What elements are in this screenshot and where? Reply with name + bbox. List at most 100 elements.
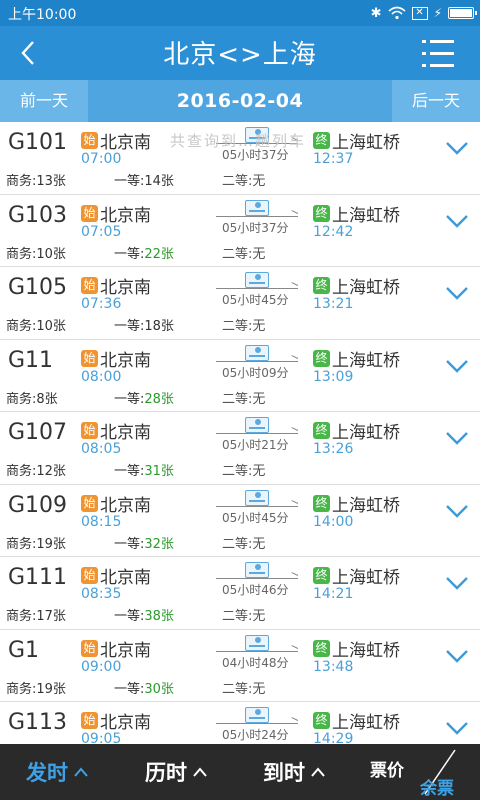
first-class-seat-count: 一等:14张 xyxy=(114,174,174,189)
train-row[interactable]: G111 始 北京南 08:35 05小时46分 终 上海虹桥 14:21 商务… xyxy=(0,557,480,630)
price-toggle[interactable]: 票价 xyxy=(370,756,404,781)
end-station-tag: 终 xyxy=(313,494,330,512)
train-row[interactable]: G113 始 北京南 09:05 05小时24分 终 上海虹桥 14:29 xyxy=(0,702,480,744)
end-station-tag: 终 xyxy=(313,132,330,149)
from-station: 北京南 xyxy=(100,640,151,661)
battery-icon xyxy=(448,7,477,19)
to-station: 上海虹桥 xyxy=(332,568,400,588)
train-row[interactable]: G103 始 北京南 07:05 05小时37分 终 上海虹桥 12:42 商务… xyxy=(0,195,480,267)
end-station-tag: 终 xyxy=(313,639,330,657)
expand-chevron-down-icon[interactable] xyxy=(444,356,470,376)
to-station: 上海虹桥 xyxy=(332,640,400,661)
train-row[interactable]: G1 始 北京南 09:00 04小时48分 终 上海虹桥 13:48 商务:1… xyxy=(0,630,480,702)
end-station-tag: 终 xyxy=(313,567,330,584)
expand-chevron-down-icon[interactable] xyxy=(444,646,470,666)
departure-time: 07:36 xyxy=(81,296,122,312)
ticket-icon xyxy=(245,417,269,433)
train-number: G1 xyxy=(8,637,40,663)
chevron-up-icon xyxy=(74,767,88,777)
expand-chevron-down-icon[interactable] xyxy=(444,138,470,158)
remaining-tickets-toggle[interactable]: 余票 xyxy=(420,774,454,799)
start-station-tag: 始 xyxy=(81,422,98,439)
route-arrow-icon xyxy=(216,433,298,434)
sort-by-duration-button[interactable]: 历时 xyxy=(145,758,207,786)
from-station: 北京南 xyxy=(100,205,151,226)
end-station-tag: 终 xyxy=(313,277,330,294)
second-class-seat-count: 二等:无 xyxy=(222,609,266,624)
arrival-time: 12:42 xyxy=(313,223,354,240)
first-class-seat-count: 一等:31张 xyxy=(114,464,174,479)
expand-chevron-down-icon[interactable] xyxy=(444,211,470,231)
travel-duration: 05小时46分 xyxy=(222,583,289,597)
arrival-time: 13:26 xyxy=(313,441,354,457)
business-seat-count: 商务:10张 xyxy=(6,319,66,334)
second-class-seat-count: 二等:无 xyxy=(222,464,266,479)
ticket-icon xyxy=(245,344,269,361)
train-row[interactable]: G105 始 北京南 07:36 05小时45分 终 上海虹桥 13:21 商务… xyxy=(0,267,480,340)
departure-time: 09:05 xyxy=(81,731,122,744)
train-number: G111 xyxy=(8,565,68,590)
menu-button[interactable] xyxy=(422,40,454,68)
departure-time: 08:15 xyxy=(81,513,122,530)
departure-time: 08:35 xyxy=(81,586,122,602)
first-class-seat-count: 一等:32张 xyxy=(114,536,174,552)
sort-departure-label: 发时 xyxy=(26,761,68,785)
bluetooth-icon: ✱ xyxy=(370,5,382,21)
business-seat-count: 商务:12张 xyxy=(6,464,66,479)
start-station-tag: 始 xyxy=(81,132,98,149)
arrival-time: 13:09 xyxy=(313,368,354,385)
route-arrow-icon xyxy=(216,360,298,362)
train-row[interactable]: G107 始 北京南 08:05 05小时21分 终 上海虹桥 13:26 商务… xyxy=(0,412,480,485)
end-station-tag: 终 xyxy=(313,204,330,222)
status-bar: 上午10:00 ✱ ✕ ⚡ xyxy=(0,0,480,26)
second-class-seat-count: 二等:无 xyxy=(222,681,266,697)
sort-by-departure-button[interactable]: 发时 xyxy=(26,758,88,786)
train-list[interactable]: G101 始 北京南 07:00 05小时37分 终 上海虹桥 12:37 商务… xyxy=(0,122,480,744)
second-class-seat-count: 二等:无 xyxy=(222,536,266,552)
prev-day-button[interactable]: 前一天 xyxy=(0,80,88,122)
expand-chevron-down-icon[interactable] xyxy=(444,283,470,303)
train-number: G113 xyxy=(8,710,68,735)
route-arrow-icon xyxy=(216,723,298,724)
to-station: 上海虹桥 xyxy=(332,713,400,733)
to-station: 上海虹桥 xyxy=(332,205,400,226)
second-class-seat-count: 二等:无 xyxy=(222,391,266,407)
sort-arrival-label: 到时 xyxy=(263,761,305,785)
wifi-icon xyxy=(388,6,406,20)
route-arrow-icon xyxy=(216,578,298,579)
from-station: 北京南 xyxy=(100,350,151,371)
travel-duration: 05小时21分 xyxy=(222,438,289,452)
start-station-tag: 始 xyxy=(81,277,98,294)
business-seat-count: 商务:8张 xyxy=(6,391,58,407)
departure-time: 09:00 xyxy=(81,658,122,675)
travel-duration: 05小时45分 xyxy=(222,293,289,307)
result-count-toast: 共查询到…趟列车 xyxy=(170,132,307,150)
from-station: 北京南 xyxy=(100,133,151,153)
train-row[interactable]: G101 始 北京南 07:00 05小时37分 终 上海虹桥 12:37 商务… xyxy=(0,122,480,195)
departure-time: 07:05 xyxy=(81,223,122,240)
second-class-seat-count: 二等:无 xyxy=(222,246,266,262)
train-number: G107 xyxy=(8,420,68,445)
ticket-icon xyxy=(245,489,269,506)
start-station-tag: 始 xyxy=(81,204,98,222)
train-row[interactable]: G11 始 北京南 08:00 05小时09分 终 上海虹桥 13:09 商务:… xyxy=(0,340,480,412)
next-day-button[interactable]: 后一天 xyxy=(392,80,480,122)
selected-date[interactable]: 2016-02-04 xyxy=(88,80,392,122)
expand-chevron-down-icon[interactable] xyxy=(444,718,470,738)
expand-chevron-down-icon[interactable] xyxy=(444,428,470,448)
page-title: 北京<>上海 xyxy=(163,40,317,70)
start-station-tag: 始 xyxy=(81,567,98,584)
first-class-seat-count: 一等:18张 xyxy=(114,319,174,334)
sort-bar: 发时 历时 到时 票价 余票 xyxy=(0,744,480,800)
first-class-seat-count: 一等:28张 xyxy=(114,391,174,407)
sort-by-arrival-button[interactable]: 到时 xyxy=(263,758,325,786)
expand-chevron-down-icon[interactable] xyxy=(444,573,470,593)
train-row[interactable]: G109 始 北京南 08:15 05小时45分 终 上海虹桥 14:00 商务… xyxy=(0,485,480,557)
arrival-time: 13:21 xyxy=(313,296,354,312)
chevron-up-icon xyxy=(311,767,325,777)
arrival-time: 14:00 xyxy=(313,513,354,530)
expand-chevron-down-icon[interactable] xyxy=(444,501,470,521)
train-number: G105 xyxy=(8,275,68,300)
from-station: 北京南 xyxy=(100,713,151,733)
end-station-tag: 终 xyxy=(313,349,330,367)
